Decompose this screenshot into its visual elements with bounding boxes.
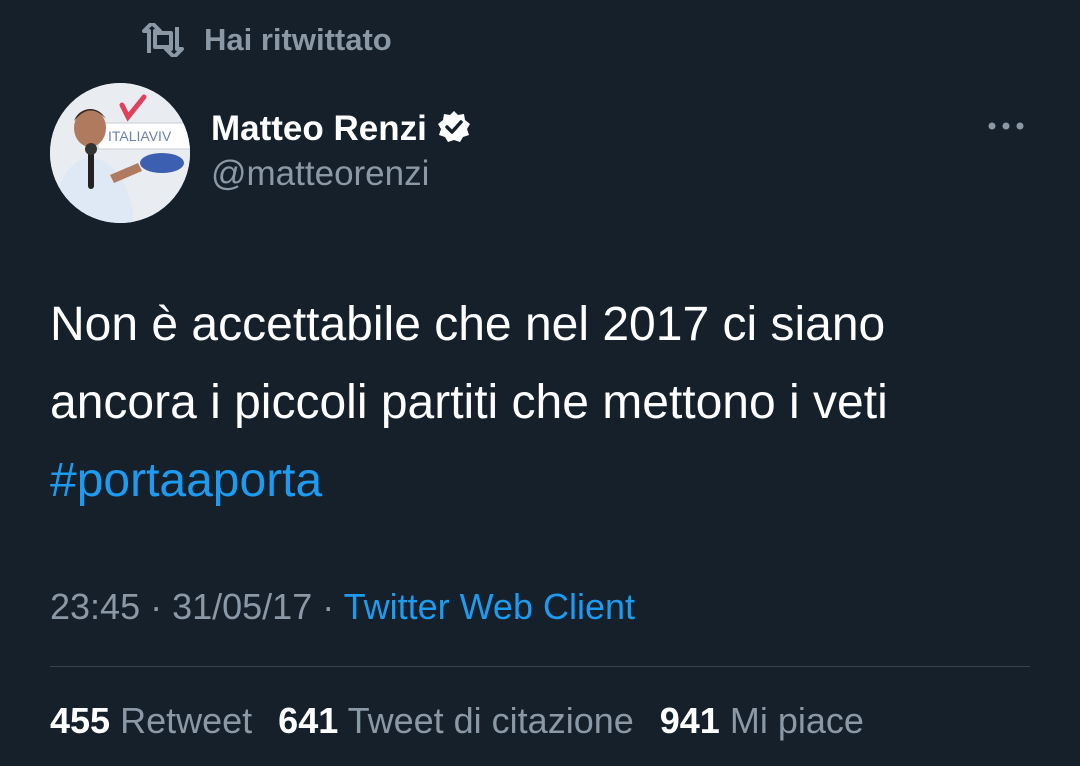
hashtag-link[interactable]: #portaaporta <box>50 442 1040 520</box>
quotes-stat[interactable]: 641 Tweet di citazione <box>278 700 646 742</box>
retweet-icon <box>140 23 186 57</box>
retweet-banner-label: Hai ritwittato <box>204 22 392 57</box>
tweet-text: Non è accettabile che nel 2017 ci siano … <box>50 286 1040 520</box>
divider <box>50 666 1030 667</box>
author-name[interactable]: Matteo Renzi <box>211 109 427 149</box>
retweets-stat[interactable]: 455 Retweet <box>50 700 264 742</box>
tweet-text-line: ancora i piccoli partiti che mettono i v… <box>50 376 888 429</box>
verified-badge-icon <box>437 110 471 149</box>
tweet-stats: 455 Retweet 641 Tweet di citazione 941 M… <box>50 700 876 742</box>
likes-count: 941 <box>659 700 720 741</box>
retweets-count: 455 <box>50 700 111 741</box>
tweet-time[interactable]: 23:45 <box>50 586 140 627</box>
author-block: Matteo Renzi @matteorenzi <box>211 106 471 194</box>
tweet-client-link[interactable]: Twitter Web Client <box>344 586 635 627</box>
tweet-text-line: Non è accettabile che nel 2017 ci siano <box>50 298 886 351</box>
retweets-label: Retweet <box>120 700 253 741</box>
retweet-banner: Hai ritwittato <box>140 20 392 60</box>
likes-label: Mi piace <box>729 700 864 741</box>
quotes-count: 641 <box>278 700 339 741</box>
likes-stat[interactable]: 941 Mi piace <box>660 700 876 742</box>
tweet-meta: 23:45 · 31/05/17 · Twitter Web Client <box>50 586 635 628</box>
avatar[interactable]: ITALIAVIV <box>50 83 190 223</box>
tweet-date[interactable]: 31/05/17 <box>172 586 312 627</box>
author-handle[interactable]: @matteorenzi <box>211 154 471 194</box>
meta-separator: · <box>140 586 173 627</box>
meta-separator: · <box>312 586 344 627</box>
more-options-icon[interactable] <box>986 116 1026 136</box>
quotes-label: Tweet di citazione <box>347 700 634 741</box>
avatar-banner-text: ITALIAVIV <box>108 128 172 144</box>
author-name-row: Matteo Renzi <box>211 106 471 152</box>
